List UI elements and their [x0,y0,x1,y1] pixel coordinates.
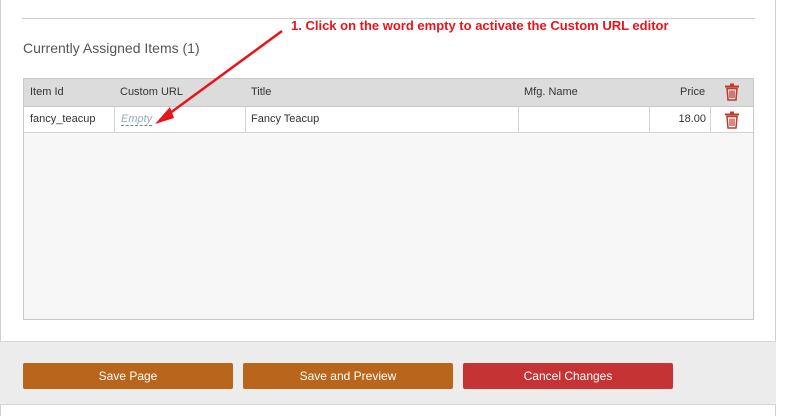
instruction-annotation: 1. Click on the word empty to activate t… [291,18,669,33]
header-item-id[interactable]: Item Id [30,79,64,106]
cell-custom-url: Empty [121,107,153,132]
action-footer: Save Page Save and Preview Cancel Change… [0,341,776,405]
header-title[interactable]: Title [251,79,271,106]
save-page-button[interactable]: Save Page [23,363,233,389]
delete-row-trash-icon[interactable] [724,111,740,129]
grid-header: Item Id Custom URL Title Mfg. Name Price [24,79,753,107]
header-mfg-name[interactable]: Mfg. Name [524,79,578,106]
column-divider [245,107,246,132]
delete-all-trash-icon[interactable] [724,83,740,101]
cell-item-id: fancy_teacup [30,113,96,125]
header-custom-url[interactable]: Custom URL [120,79,183,106]
table-row[interactable]: fancy_teacup Empty Fancy Teacup 18.00 [24,107,753,133]
assigned-items-grid: Item Id Custom URL Title Mfg. Name Price… [23,78,754,320]
header-price[interactable]: Price [680,79,705,106]
cell-title: Fancy Teacup [251,113,320,125]
cancel-changes-button[interactable]: Cancel Changes [463,363,673,389]
column-divider [114,107,115,132]
column-divider [518,107,519,132]
cell-price: 18.00 [678,113,706,125]
custom-url-empty-link[interactable]: Empty [121,113,153,126]
column-divider [710,107,711,132]
save-and-preview-button[interactable]: Save and Preview [243,363,453,389]
section-title: Currently Assigned Items (1) [23,40,200,56]
